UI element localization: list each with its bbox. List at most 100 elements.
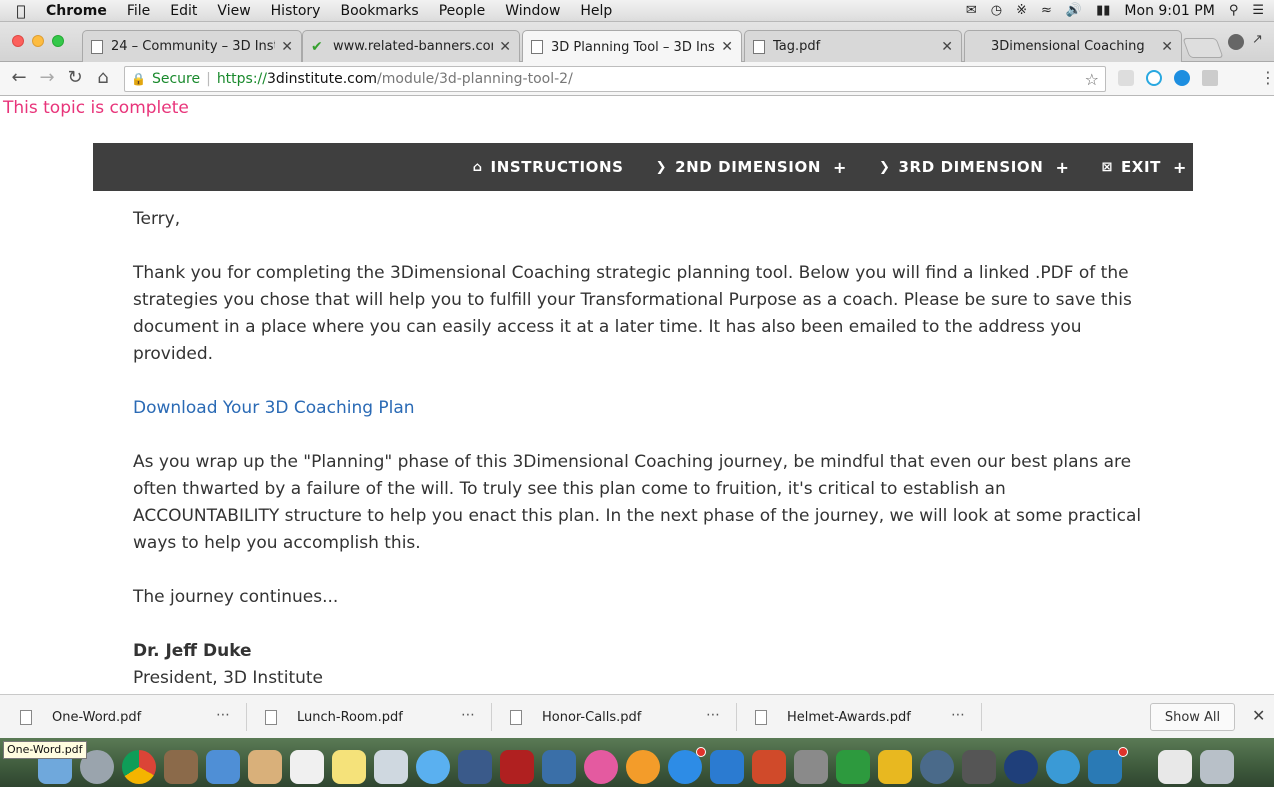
time-machine-icon[interactable]: ◷ (991, 3, 1002, 18)
nav-exit[interactable]: ⊠ EXIT + (1101, 158, 1187, 177)
nav-3rd-dimension[interactable]: ❯ 3RD DIMENSION + (879, 158, 1069, 177)
messages-icon[interactable] (416, 750, 450, 784)
apple-logo-icon[interactable]:  (6, 2, 36, 20)
app-icon[interactable] (1088, 750, 1122, 784)
outlook-icon[interactable] (878, 750, 912, 784)
show-all-button[interactable]: Show All (1150, 703, 1235, 731)
download-options-icon[interactable]: ⋯ (706, 707, 720, 723)
more-menu-icon[interactable]: ⋮ (1260, 68, 1274, 87)
separator: | (206, 71, 211, 87)
tab-tag-pdf[interactable]: Tag.pdf ✕ (744, 30, 962, 62)
preview-icon[interactable] (374, 750, 408, 784)
reload-icon[interactable]: ↻ (64, 67, 86, 88)
zoom-window-button[interactable] (52, 35, 64, 47)
ibooks-icon[interactable] (626, 750, 660, 784)
nav-2nd-dimension[interactable]: ❯ 2ND DIMENSION + (656, 158, 847, 177)
tab-label: www.related-banners.com/n (333, 39, 493, 54)
new-tab-button[interactable] (1182, 38, 1224, 58)
menu-file[interactable]: File (117, 3, 160, 19)
menu-view[interactable]: View (207, 3, 260, 19)
download-item[interactable]: Helmet-Awards.pdf (755, 695, 911, 739)
tab-community[interactable]: 24 – Community – 3D Institu ✕ (82, 30, 302, 62)
vpn-icon[interactable] (920, 750, 954, 784)
menu-app-name[interactable]: Chrome (36, 3, 117, 19)
volume-icon[interactable]: 🔊 (1066, 3, 1082, 18)
documents-folder-icon[interactable] (1158, 750, 1192, 784)
menu-history[interactable]: History (261, 3, 331, 19)
divider (491, 703, 492, 731)
menu-bookmarks[interactable]: Bookmarks (330, 3, 428, 19)
greeting: Terry, (133, 209, 181, 229)
download-options-icon[interactable]: ⋯ (461, 707, 475, 723)
back-arrow-icon[interactable]: ← (8, 67, 30, 88)
tab-label: 3D Planning Tool – 3D Instit (551, 39, 716, 55)
system-preferences-icon[interactable] (794, 750, 828, 784)
clock[interactable]: Mon 9:01 PM (1124, 3, 1214, 19)
printer-icon[interactable] (962, 750, 996, 784)
nav-label: INSTRUCTIONS (490, 158, 624, 176)
download-plan-link[interactable]: Download Your 3D Coaching Plan (133, 398, 415, 418)
tab-3d-planning-tool[interactable]: 3D Planning Tool – 3D Instit ✕ (522, 30, 742, 63)
download-item[interactable]: One-Word.pdf (20, 695, 141, 739)
battery-icon[interactable]: ▮▮ (1096, 3, 1110, 18)
home-icon[interactable]: ⌂ (92, 67, 114, 88)
extension-icon[interactable] (1118, 70, 1134, 86)
download-options-icon[interactable]: ⋯ (951, 707, 965, 723)
url-path: /module/3d-planning-tool-2/ (377, 71, 573, 87)
bluetooth-icon[interactable]: ※ (1016, 3, 1027, 18)
extension-icon[interactable] (1202, 70, 1218, 86)
download-item[interactable]: Lunch-Room.pdf (265, 695, 403, 739)
intro-paragraph: Thank you for completing the 3Dimensiona… (133, 263, 1132, 364)
download-filename: Honor-Calls.pdf (542, 709, 642, 725)
profile-avatar-icon[interactable] (1228, 34, 1244, 50)
nav-label: 3RD DIMENSION (898, 158, 1044, 176)
tab-3dimensional-coaching[interactable]: 3Dimensional Coaching ✕ (964, 30, 1182, 62)
contacts-icon[interactable] (248, 750, 282, 784)
tab-close-icon[interactable]: ✕ (941, 39, 953, 55)
powerpoint-icon[interactable] (752, 750, 786, 784)
nav-instructions[interactable]: ⌂ INSTRUCTIONS (473, 158, 624, 176)
notes-icon[interactable] (332, 750, 366, 784)
topic-status: This topic is complete (3, 98, 189, 118)
macos-menu-bar:  Chrome File Edit View History Bookmark… (0, 0, 1274, 22)
excel-icon[interactable] (836, 750, 870, 784)
extension-icon[interactable] (1174, 70, 1190, 86)
download-item[interactable]: Honor-Calls.pdf (510, 695, 641, 739)
calendar-icon[interactable] (290, 750, 324, 784)
bookmark-star-icon[interactable]: ☆ (1085, 70, 1099, 89)
iphoto-icon[interactable] (542, 750, 576, 784)
facetime-icon[interactable] (458, 750, 492, 784)
menu-window[interactable]: Window (495, 3, 570, 19)
menu-help[interactable]: Help (570, 3, 622, 19)
tab-close-icon[interactable]: ✕ (499, 39, 511, 55)
address-bar[interactable]: 🔒 Secure | https:// 3dinstitute.com /mod… (124, 66, 1106, 92)
minimize-window-button[interactable] (32, 35, 44, 47)
safari-icon[interactable] (1046, 750, 1080, 784)
chrome-icon[interactable] (122, 750, 156, 784)
close-downloads-icon[interactable]: ✕ (1252, 706, 1265, 725)
extension-icon[interactable] (1146, 70, 1162, 86)
photo-booth-icon[interactable] (164, 750, 198, 784)
itunes-icon[interactable] (584, 750, 618, 784)
menu-people[interactable]: People (429, 3, 496, 19)
mail-icon[interactable] (206, 750, 240, 784)
tab-close-icon[interactable]: ✕ (721, 39, 733, 55)
macos-dock (0, 738, 1274, 787)
wifi-icon[interactable]: ≈ (1041, 3, 1052, 18)
forward-arrow-icon[interactable]: → (36, 67, 58, 88)
close-window-button[interactable] (12, 35, 24, 47)
menu-edit[interactable]: Edit (160, 3, 207, 19)
trash-icon[interactable] (1200, 750, 1234, 784)
notification-center-icon[interactable]: ☰ (1252, 3, 1264, 18)
tab-related-banners[interactable]: ✔ www.related-banners.com/n ✕ (302, 30, 520, 62)
word-icon[interactable] (710, 750, 744, 784)
fullscreen-icon[interactable]: ↗ (1252, 32, 1263, 47)
gmail-icon[interactable]: ✉ (966, 3, 977, 18)
spotlight-search-icon[interactable]: ⚲ (1229, 3, 1239, 18)
b-app-icon[interactable] (1004, 750, 1038, 784)
tab-close-icon[interactable]: ✕ (281, 39, 293, 55)
divider (246, 703, 247, 731)
tab-close-icon[interactable]: ✕ (1161, 39, 1173, 55)
download-options-icon[interactable]: ⋯ (216, 707, 230, 723)
photo-app-icon[interactable] (500, 750, 534, 784)
